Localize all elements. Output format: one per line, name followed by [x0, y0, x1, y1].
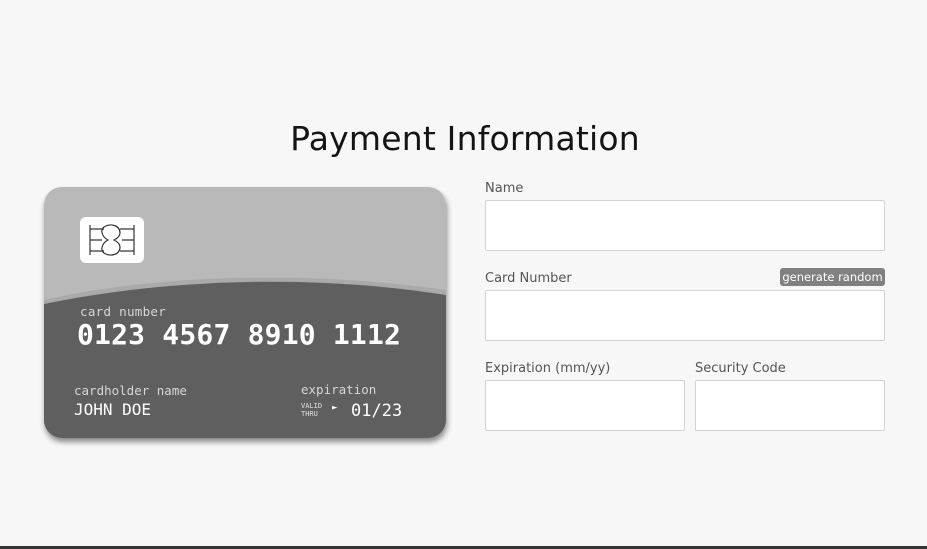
name-input[interactable] [485, 200, 885, 251]
thru-line: THRU [301, 410, 318, 418]
valid-line: VALID [301, 402, 323, 410]
valid-thru-text: VALID THRU [301, 402, 322, 418]
card-number-input[interactable] [485, 290, 885, 341]
expiration-label: expiration [301, 382, 377, 397]
card-chip-icon [80, 217, 144, 263]
cardholder-name-display: JOHN DOE [74, 400, 152, 419]
generate-random-button[interactable]: generate random [780, 268, 885, 286]
security-code-input[interactable] [695, 380, 885, 431]
card-number-field-label: Card Number [485, 271, 572, 286]
expiration-display: 01/23 [351, 401, 403, 421]
card-number-label: card number [80, 304, 167, 319]
credit-card-preview: card number 0123 4567 8910 1112 cardhold… [44, 187, 446, 438]
security-code-label: Security Code [695, 361, 786, 376]
expiration-field-label: Expiration (mm/yy) [485, 361, 611, 376]
cardholder-label: cardholder name [74, 383, 187, 398]
name-label: Name [485, 181, 524, 196]
expiration-input[interactable] [485, 380, 685, 431]
play-arrow-icon: ► [332, 403, 338, 413]
page-title: Payment Information [290, 119, 640, 159]
card-number-display: 0123 4567 8910 1112 [77, 318, 402, 351]
